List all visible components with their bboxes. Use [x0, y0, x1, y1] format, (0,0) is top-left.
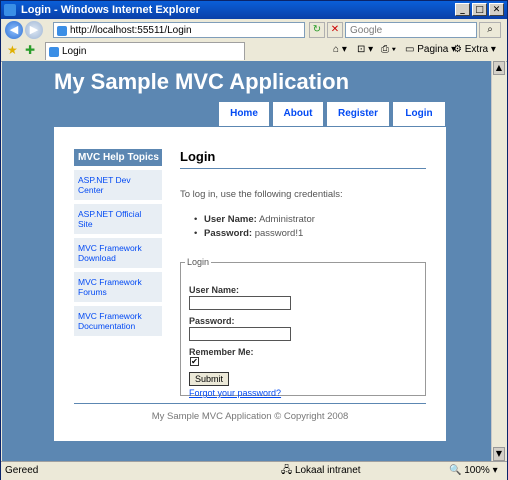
- title-bar: Login - Windows Internet Explorer _ □ ✕: [1, 1, 507, 19]
- app-title: My Sample MVC Application: [54, 69, 350, 94]
- scroll-up-icon[interactable]: ▲: [493, 61, 505, 75]
- search-input[interactable]: Google: [345, 22, 477, 38]
- forward-icon[interactable]: ▶: [25, 21, 43, 39]
- sidebar-item-official-site[interactable]: ASP.NET Official Site: [74, 204, 162, 234]
- submit-button[interactable]: Submit: [189, 372, 229, 386]
- footer: My Sample MVC Application © Copyright 20…: [151, 411, 349, 422]
- menu-login[interactable]: Login: [393, 102, 445, 126]
- back-icon[interactable]: ◀: [5, 21, 23, 39]
- feeds-icon[interactable]: ⊡ ▾: [357, 44, 373, 55]
- sidebar: MVC Help Topics ASP.NET Dev Center ASP.N…: [74, 149, 162, 340]
- home-icon[interactable]: ⌂ ▾: [333, 44, 347, 55]
- add-favorite-icon[interactable]: ✚: [25, 43, 35, 57]
- zone-indicator: 🖧 Lokaal intranet: [281, 465, 361, 476]
- login-content: Login To log in, use the following crede…: [180, 149, 426, 398]
- address-row: ◀ ▶ http://localhost:55511/Login ↻ ✕ Goo…: [1, 19, 507, 41]
- ie-icon: [4, 4, 16, 16]
- password-input[interactable]: [189, 327, 291, 341]
- main-menu: Home About Register Login: [219, 102, 445, 126]
- search-icon[interactable]: ⌕: [479, 22, 501, 38]
- sidebar-item-download[interactable]: MVC Framework Download: [74, 238, 162, 268]
- credential-label: User Name:: [204, 214, 257, 225]
- refresh-icon[interactable]: ↻: [309, 22, 325, 38]
- login-form: Login User Name: Password: Remember Me: …: [180, 257, 426, 398]
- menu-home[interactable]: Home: [219, 102, 269, 126]
- main-content: MVC Help Topics ASP.NET Dev Center ASP.N…: [54, 127, 446, 441]
- status-text: Gereed: [5, 465, 39, 476]
- address-text: http://localhost:55511/Login: [70, 25, 192, 36]
- tab-title: Login: [62, 46, 87, 57]
- remember-checkbox[interactable]: ✔: [190, 357, 199, 366]
- close-button[interactable]: ✕: [489, 3, 504, 16]
- maximize-button[interactable]: □: [472, 3, 487, 16]
- page-title: Login: [180, 149, 426, 169]
- password-label: Password:: [189, 316, 235, 326]
- login-intro: To log in, use the following credentials…: [180, 189, 343, 200]
- scroll-down-icon[interactable]: ▼: [493, 447, 505, 461]
- tools-menu[interactable]: ⚙ Extra ▾: [453, 44, 496, 55]
- footer-divider: [74, 403, 426, 404]
- sidebar-heading: MVC Help Topics: [74, 149, 162, 166]
- menu-register[interactable]: Register: [327, 102, 389, 126]
- status-bar: Gereed 🖧 Lokaal intranet 🔍 100% ▾: [1, 461, 507, 480]
- sidebar-item-dev-center[interactable]: ASP.NET Dev Center: [74, 170, 162, 200]
- credential-password: Password: password!1: [194, 228, 426, 239]
- zone-text: Lokaal intranet: [294, 465, 361, 476]
- address-bar[interactable]: http://localhost:55511/Login: [53, 22, 305, 38]
- page-menu-label: Pagina: [417, 44, 449, 55]
- credential-username: User Name: Administrator: [194, 214, 426, 225]
- credential-label: Password:: [204, 228, 253, 239]
- credentials-list: User Name: Administrator Password: passw…: [194, 214, 426, 239]
- minimize-button[interactable]: _: [455, 3, 470, 16]
- zoom-text: 100%: [464, 465, 490, 476]
- sidebar-item-forums[interactable]: MVC Framework Forums: [74, 272, 162, 302]
- browser-window: Login - Windows Internet Explorer _ □ ✕ …: [0, 0, 508, 480]
- credential-value: password!1: [254, 228, 304, 239]
- favorites-star-icon[interactable]: ★: [7, 43, 18, 57]
- zoom-control[interactable]: 🔍 100% ▾: [449, 462, 498, 480]
- sidebar-item-documentation[interactable]: MVC Framework Documentation: [74, 306, 162, 336]
- menu-about[interactable]: About: [273, 102, 323, 126]
- browser-tab[interactable]: Login: [45, 42, 245, 60]
- page-viewport: My Sample MVC Application Home About Reg…: [2, 61, 492, 461]
- username-input[interactable]: [189, 296, 291, 310]
- tab-row: ★ ✚ Login ⌂ ▾ ⊡ ▾ ⎙ ▾ ▭ Pagina ▾ ⚙ Extra…: [1, 41, 507, 62]
- login-legend: Login: [187, 257, 210, 267]
- forgot-password-link[interactable]: Forgot your password?: [189, 388, 281, 398]
- remember-label: Remember Me:: [189, 347, 254, 357]
- print-icon[interactable]: ⎙ ▾: [381, 44, 396, 55]
- page-icon: [57, 26, 67, 36]
- credential-value: Administrator: [258, 214, 315, 225]
- username-label: User Name:: [189, 285, 240, 295]
- tab-page-icon: [49, 47, 59, 57]
- tools-menu-label: Extra: [464, 44, 489, 55]
- stop-icon[interactable]: ✕: [327, 22, 343, 38]
- vertical-scrollbar[interactable]: ▲ ▼: [491, 61, 506, 461]
- window-title: Login - Windows Internet Explorer: [21, 4, 200, 16]
- page-menu[interactable]: ▭ Pagina ▾: [405, 44, 456, 55]
